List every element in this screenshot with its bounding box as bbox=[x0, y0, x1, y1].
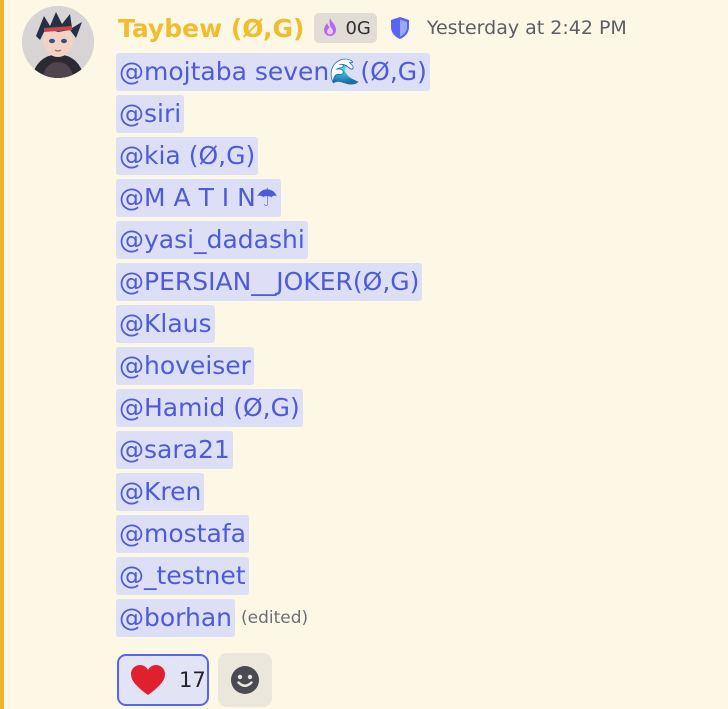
user-mention[interactable]: @hoveiser bbox=[116, 347, 254, 385]
mention-line: @borhan (edited) bbox=[116, 597, 430, 639]
mention-line: @siri bbox=[116, 93, 430, 135]
shield-icon[interactable] bbox=[389, 16, 411, 40]
mention-line: @Kren bbox=[116, 471, 430, 513]
mention-line: @mostafa bbox=[116, 513, 430, 555]
mention-line: @mojtaba seven🌊(Ø,G) bbox=[116, 51, 430, 93]
mention-line: @_testnet bbox=[116, 555, 430, 597]
author-name[interactable]: Taybew (Ø,G) bbox=[118, 14, 304, 43]
mention-line: @Hamid (Ø,G) bbox=[116, 387, 430, 429]
add-reaction-button[interactable] bbox=[218, 653, 272, 707]
reactions-bar: 17 bbox=[117, 653, 272, 707]
user-mention[interactable]: @mostafa bbox=[116, 515, 249, 553]
user-mention[interactable]: @yasi_dadashi bbox=[116, 221, 308, 259]
user-mention[interactable]: @mojtaba seven🌊(Ø,G) bbox=[116, 53, 430, 91]
heart-icon bbox=[131, 665, 165, 695]
guild-tag-label: 0G bbox=[345, 17, 371, 39]
user-mention[interactable]: @kia (Ø,G) bbox=[116, 137, 259, 175]
heart-reaction-button[interactable]: 17 bbox=[117, 654, 209, 706]
reaction-count: 17 bbox=[179, 668, 206, 692]
message-content: @mojtaba seven🌊(Ø,G) @siri @kia (Ø,G) @M… bbox=[116, 51, 430, 639]
user-mention[interactable]: @sara21 bbox=[116, 431, 233, 469]
mention-line: @sara21 bbox=[116, 429, 430, 471]
avatar[interactable] bbox=[22, 6, 94, 78]
edited-label: (edited) bbox=[241, 608, 309, 628]
mention-line: @PERSIAN__JOKER(Ø,G) bbox=[116, 261, 430, 303]
purple-flame-icon bbox=[324, 18, 337, 36]
timestamp: Yesterday at 2:42 PM bbox=[426, 17, 627, 39]
user-mention[interactable]: @siri bbox=[116, 95, 185, 133]
message-header: Taybew (Ø,G) 0G Yesterday at 2:42 PM bbox=[118, 9, 627, 47]
user-mention[interactable]: @_testnet bbox=[116, 557, 249, 595]
user-mention[interactable]: @PERSIAN__JOKER(Ø,G) bbox=[116, 263, 423, 301]
user-mention[interactable]: @M A T I N☂ bbox=[116, 179, 282, 217]
mention-line: @hoveiser bbox=[116, 345, 430, 387]
user-mention[interactable]: @Kren bbox=[116, 473, 205, 511]
mention-line: @Klaus bbox=[116, 303, 430, 345]
mention-line: @yasi_dadashi bbox=[116, 219, 430, 261]
mention-line: @M A T I N☂ bbox=[116, 177, 430, 219]
mention-line: @kia (Ø,G) bbox=[116, 135, 430, 177]
user-mention[interactable]: @Hamid (Ø,G) bbox=[116, 389, 303, 427]
guild-tag[interactable]: 0G bbox=[314, 13, 377, 43]
smile-icon bbox=[231, 666, 259, 694]
chat-message: Taybew (Ø,G) 0G Yesterday at 2:42 PM @mo… bbox=[0, 0, 728, 709]
user-mention[interactable]: @Klaus bbox=[116, 305, 215, 343]
user-mention[interactable]: @borhan bbox=[116, 599, 236, 637]
